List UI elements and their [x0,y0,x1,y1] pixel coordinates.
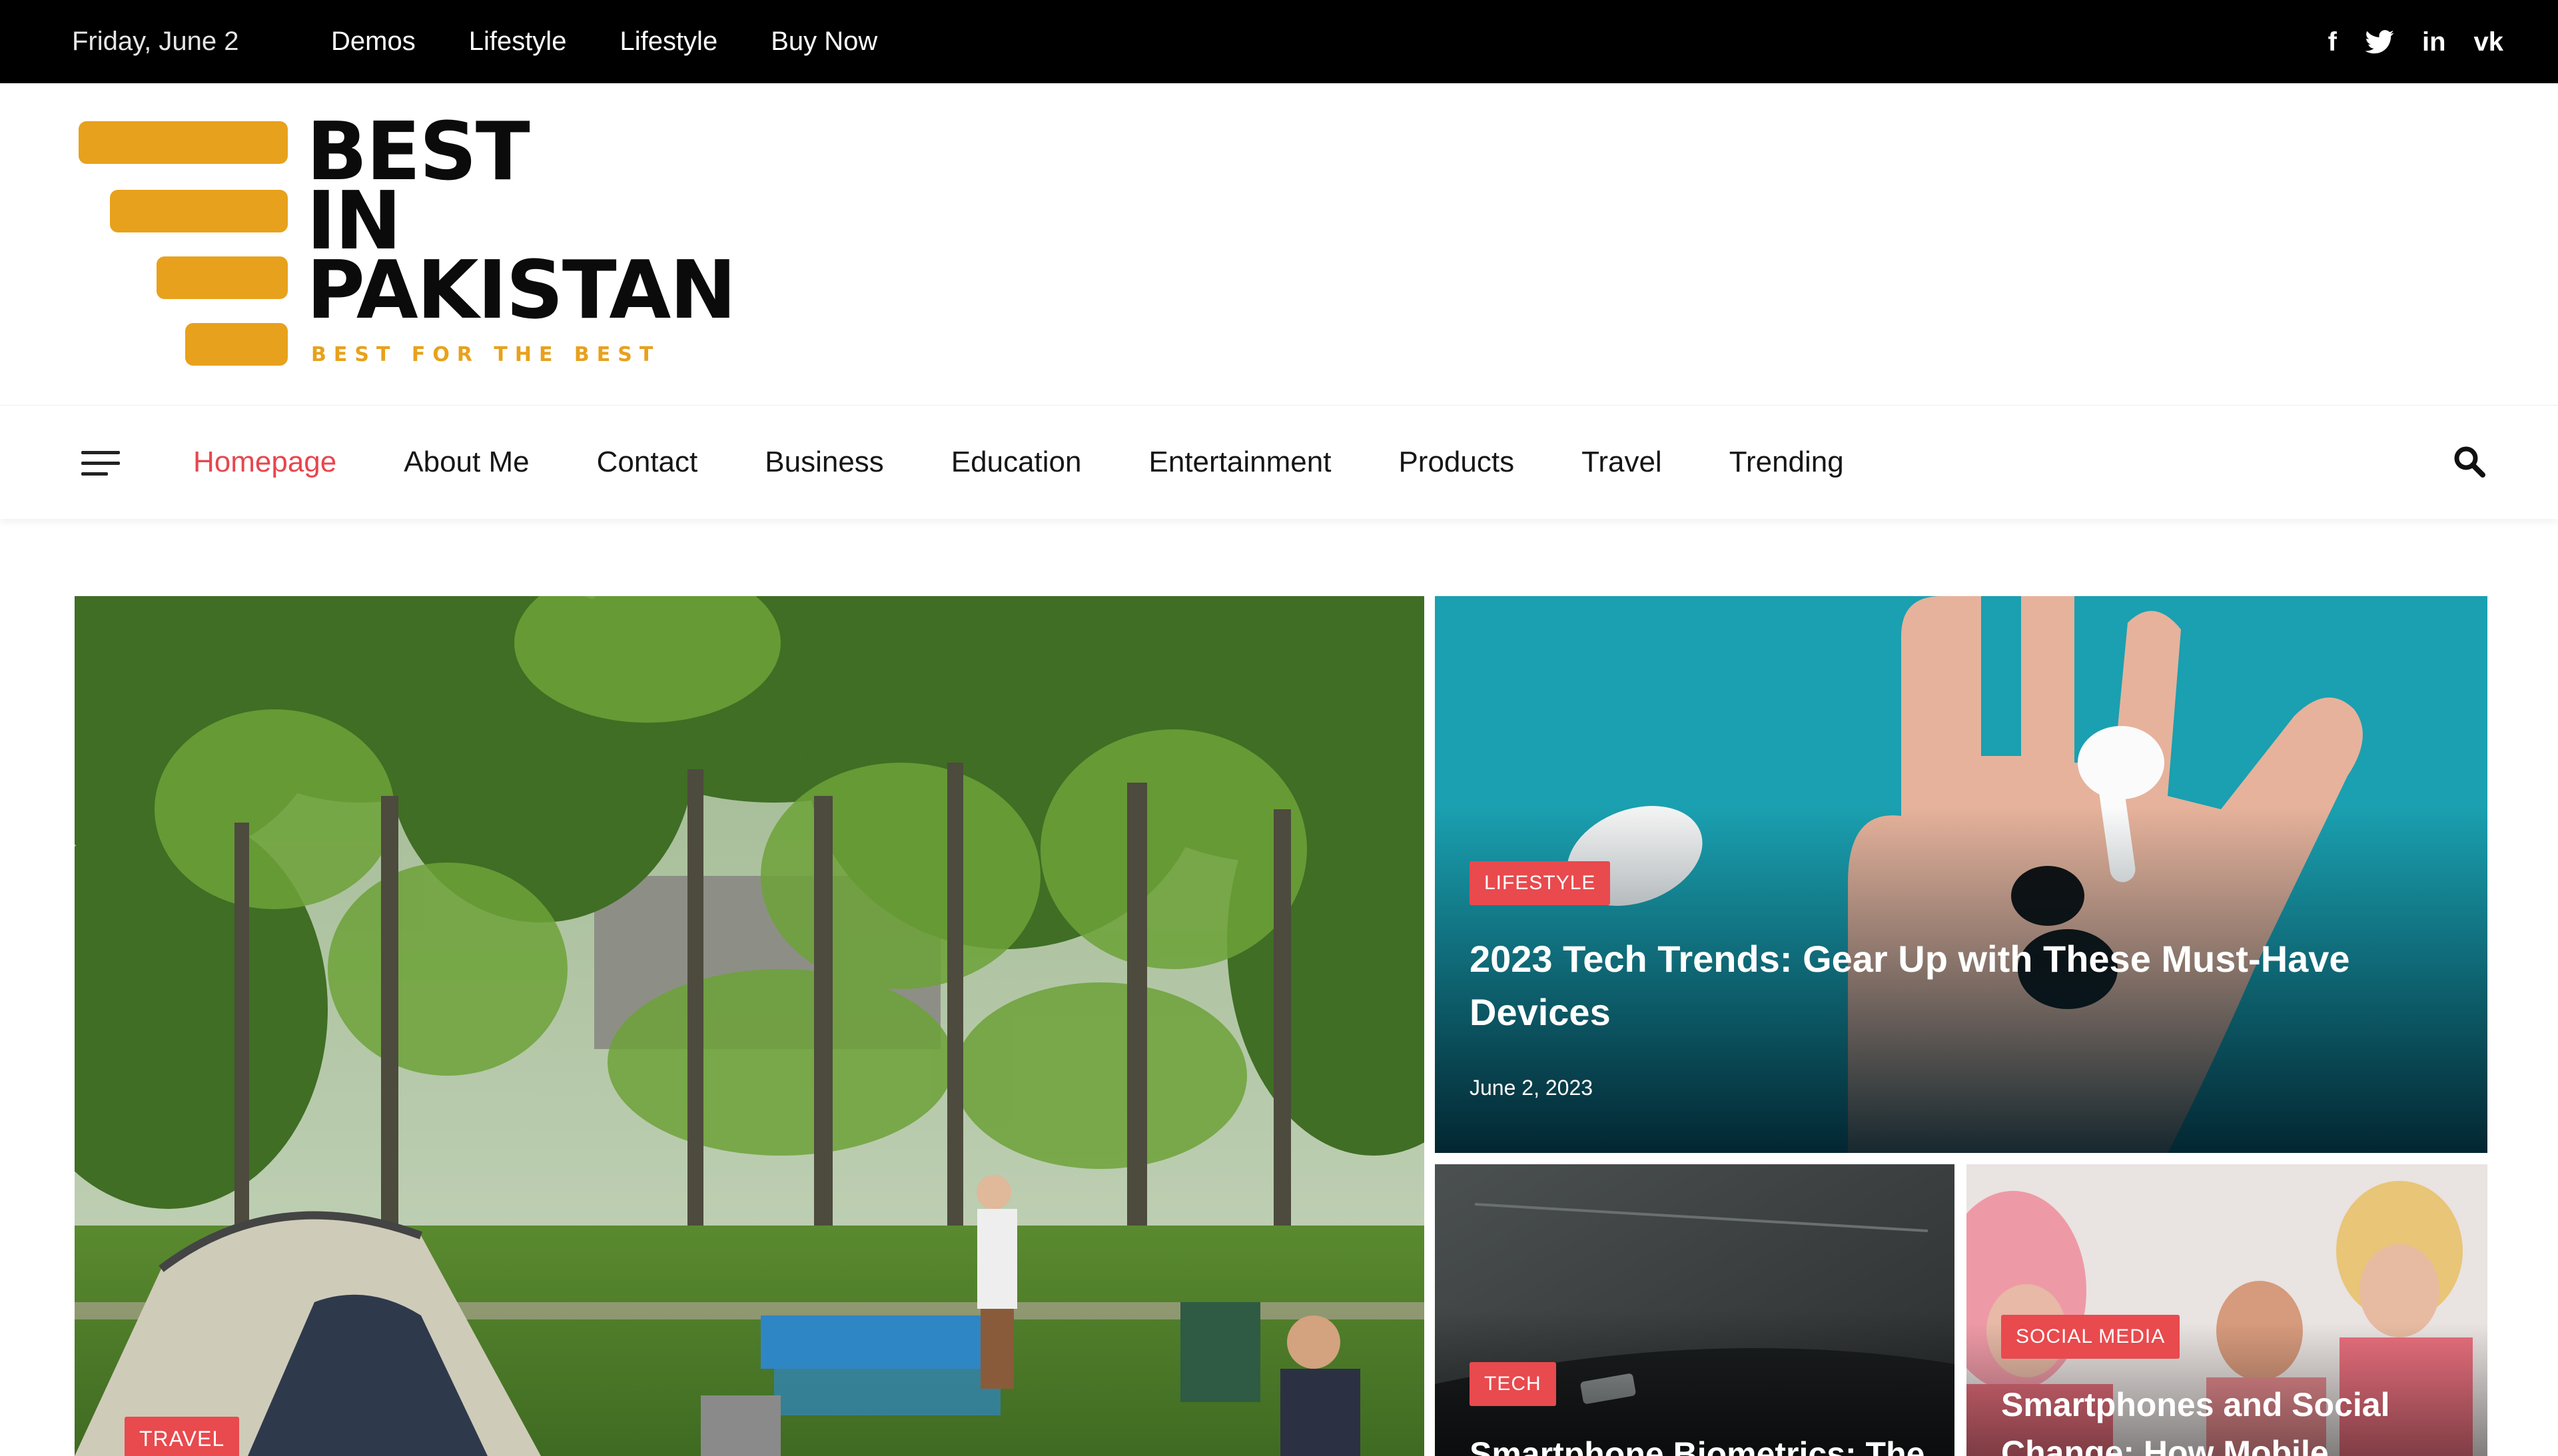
current-date: Friday, June 2 [72,27,239,56]
social-links: f in vk [2328,0,2503,83]
nav-item-contact[interactable]: Contact [597,406,698,519]
search-icon[interactable] [2453,445,2486,478]
top-links: Demos Lifestyle Lifestyle Buy Now [331,0,931,83]
logo-bar-3 [157,256,288,299]
vk-icon[interactable]: vk [2474,29,2504,55]
featured-title[interactable]: 2023 Tech Trends: Gear Up with These Mus… [1470,932,2415,1039]
logo-tagline: BEST FOR THE BEST [311,343,661,366]
facebook-icon[interactable]: f [2328,29,2337,55]
social-title[interactable]: Smartphones and Social Change: How Mobil… [2001,1381,2467,1456]
nav-item-products[interactable]: Products [1398,406,1514,519]
logo-word-pakistan: PAKISTAN [306,244,737,337]
nav-item-homepage[interactable]: Homepage [193,406,336,519]
main-nav: Homepage About Me Contact Business Educa… [0,405,2558,519]
hero-small-card-social[interactable]: SOCIAL MEDIA Smartphones and Social Chan… [1966,1164,2487,1456]
logo-bar-1 [79,121,288,164]
top-link-buy-now[interactable]: Buy Now [771,0,877,83]
category-badge-lifestyle[interactable]: LIFESTYLE [1470,861,1611,905]
nav-item-business[interactable]: Business [765,406,884,519]
nav-item-travel[interactable]: Travel [1581,406,1662,519]
site-logo[interactable]: BEST IN PAKISTAN BEST FOR THE BEST [77,113,749,376]
nav-item-trending[interactable]: Trending [1729,406,1844,519]
top-bar: Friday, June 2 Demos Lifestyle Lifestyle… [0,0,2558,83]
nav-item-about-me[interactable]: About Me [404,406,529,519]
hero-featured-card[interactable]: LIFESTYLE 2023 Tech Trends: Gear Up with… [1435,596,2487,1153]
linkedin-icon[interactable]: in [2422,29,2446,55]
menu-icon[interactable] [81,451,120,476]
logo-bar-4 [185,323,288,366]
tech-title[interactable]: Smartphone Biometrics: The [1470,1427,1954,1456]
category-badge-travel[interactable]: TRAVEL [125,1417,240,1456]
hero-main-card[interactable]: TRAVEL [75,596,1424,1456]
category-badge-tech[interactable]: TECH [1470,1362,1556,1406]
featured-date: June 2, 2023 [1470,1076,1593,1100]
category-badge-social-media[interactable]: SOCIAL MEDIA [2001,1315,2180,1359]
nav-item-entertainment[interactable]: Entertainment [1149,406,1332,519]
nav-menu: Homepage About Me Contact Business Educa… [193,406,1911,519]
top-link-lifestyle[interactable]: Lifestyle [469,0,567,83]
twitter-icon[interactable] [2365,29,2394,54]
top-link-lifestyle-2[interactable]: Lifestyle [620,0,717,83]
logo-bar-2 [110,190,288,232]
hero-small-card-tech[interactable]: TECH Smartphone Biometrics: The [1435,1164,1954,1456]
camping-photo [75,596,1424,1456]
top-link-demos[interactable]: Demos [331,0,416,83]
nav-item-education[interactable]: Education [951,406,1082,519]
